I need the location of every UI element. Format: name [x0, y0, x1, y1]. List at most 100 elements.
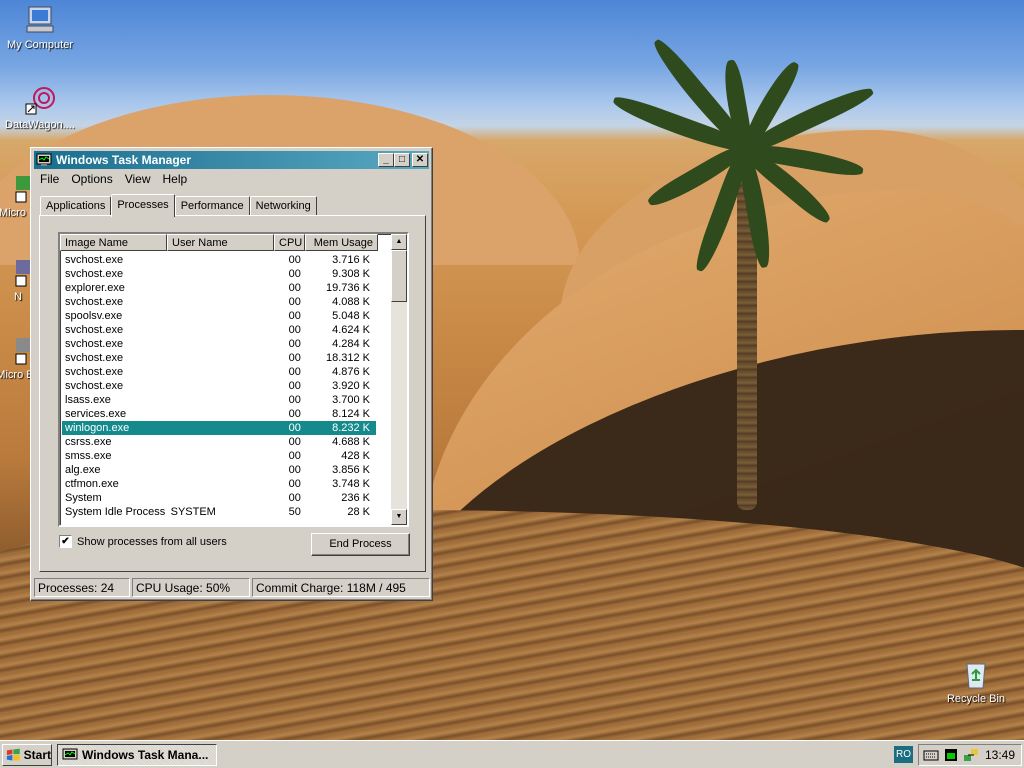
process-name: svchost.exe [65, 296, 124, 308]
process-mem-usage: 8.124 K [332, 408, 370, 420]
process-cpu: 00 [288, 268, 301, 280]
process-name: svchost.exe [65, 324, 124, 336]
process-row[interactable]: csrss.exe 00 4.688 K [62, 435, 376, 449]
process-name: spoolsv.exe [65, 310, 123, 322]
menu-file[interactable]: File [34, 170, 65, 188]
process-mem-usage: 19.736 K [325, 282, 370, 294]
process-row[interactable]: System Idle Process SYSTEM 50 28 K [62, 505, 376, 519]
process-name: svchost.exe [65, 380, 124, 392]
process-row[interactable]: svchost.exe 00 4.284 K [62, 337, 376, 351]
show-all-processes-checkbox[interactable]: ✔ Show processes from all users [59, 535, 227, 548]
column-cpu[interactable]: CPU [274, 234, 305, 251]
process-cpu: 00 [288, 408, 301, 420]
column-user-name[interactable]: User Name [167, 234, 274, 251]
process-mem-usage: 3.920 K [332, 380, 370, 392]
process-name: svchost.exe [65, 366, 124, 378]
process-name: services.exe [65, 408, 127, 420]
process-row[interactable]: smss.exe 00 428 K [62, 449, 376, 463]
process-cpu: 00 [288, 352, 301, 364]
task-manager-icon [36, 153, 52, 166]
taskbar-button-task-manager[interactable]: Windows Task Mana... [57, 744, 217, 766]
desktop-icon-label: My Computer [6, 39, 74, 51]
process-mem-usage: 28 K [347, 506, 370, 518]
start-button[interactable]: Start [2, 744, 52, 766]
process-cpu: 00 [288, 380, 301, 392]
process-mem-usage: 4.688 K [332, 436, 370, 448]
process-row[interactable]: System 00 236 K [62, 491, 376, 505]
process-name: ctfmon.exe [65, 478, 119, 490]
process-row[interactable]: svchost.exe 00 9.308 K [62, 267, 376, 281]
process-row[interactable]: svchost.exe 00 3.920 K [62, 379, 376, 393]
menu-help[interactable]: Help [157, 170, 194, 188]
process-user [168, 365, 274, 379]
process-cpu: 00 [288, 366, 301, 378]
maximize-button[interactable]: □ [394, 153, 410, 167]
process-row[interactable]: svchost.exe 00 4.624 K [62, 323, 376, 337]
recycle-bin-icon [966, 663, 986, 689]
process-name: svchost.exe [65, 254, 124, 266]
process-cpu: 00 [288, 478, 301, 490]
end-process-button[interactable]: End Process [311, 533, 410, 556]
keyboard-icon[interactable] [923, 747, 939, 763]
process-row[interactable]: spoolsv.exe 00 5.048 K [62, 309, 376, 323]
process-name: alg.exe [65, 464, 101, 476]
desktop-icon-datawagon[interactable]: DataWagon.... [0, 84, 80, 131]
task-manager-cpu-icon[interactable] [943, 747, 959, 763]
datawagon-icon [25, 87, 55, 115]
process-cpu: 00 [288, 338, 301, 350]
process-row[interactable]: lsass.exe 00 3.700 K [62, 393, 376, 407]
network-icon[interactable] [963, 747, 979, 763]
tab-performance[interactable]: Performance [174, 196, 250, 216]
system-tray: 13:49 [918, 744, 1022, 766]
windows-logo-icon [6, 748, 20, 761]
tab-networking[interactable]: Networking [249, 196, 317, 216]
process-rows: svchost.exe 00 3.716 K svchost.exe 00 9.308 K… [62, 253, 376, 519]
taskbar-button-label: Windows Task Mana... [82, 748, 209, 762]
title-bar[interactable]: Windows Task Manager _ □ ✕ [34, 151, 429, 169]
process-cpu: 00 [288, 394, 301, 406]
process-row[interactable]: services.exe 00 8.124 K [62, 407, 376, 421]
checkbox-box[interactable]: ✔ [59, 535, 72, 548]
process-list[interactable]: Image Name User Name CPU Mem Usage svcho… [58, 232, 409, 527]
process-mem-usage: 3.716 K [332, 254, 370, 266]
desktop-icon-my-computer[interactable]: My Computer [0, 4, 80, 51]
process-name: svchost.exe [65, 338, 124, 350]
process-user [168, 295, 274, 309]
process-cpu: 50 [288, 506, 301, 518]
vertical-scrollbar[interactable]: ▲ ▼ [391, 234, 407, 525]
process-row[interactable]: svchost.exe 00 4.088 K [62, 295, 376, 309]
process-row[interactable]: svchost.exe 00 18.312 K [62, 351, 376, 365]
menu-options[interactable]: Options [65, 170, 118, 188]
process-row[interactable]: alg.exe 00 3.856 K [62, 463, 376, 477]
process-mem-usage: 3.748 K [332, 478, 370, 490]
status-bar: Processes: 24 CPU Usage: 50% Commit Char… [34, 578, 430, 597]
start-label: Start [23, 748, 51, 762]
column-mem-usage[interactable]: Mem Usage [305, 234, 378, 251]
process-user [168, 323, 274, 337]
process-row[interactable]: explorer.exe 00 19.736 K [62, 281, 376, 295]
close-button[interactable]: ✕ [412, 153, 428, 167]
scroll-thumb[interactable] [391, 250, 407, 302]
window-title: Windows Task Manager [56, 153, 192, 167]
process-mem-usage: 4.284 K [332, 338, 370, 350]
language-indicator[interactable]: RO [894, 746, 913, 763]
process-user [168, 435, 274, 449]
process-row[interactable]: ctfmon.exe 00 3.748 K [62, 477, 376, 491]
tab-processes[interactable]: Processes [111, 194, 175, 217]
process-row[interactable]: svchost.exe 00 3.716 K [62, 253, 376, 267]
desktop-icon-label: Recycle Bin [946, 693, 1006, 705]
tab-applications[interactable]: Applications [40, 196, 112, 216]
scroll-up-button[interactable]: ▲ [391, 234, 407, 250]
scroll-down-button[interactable]: ▼ [391, 509, 407, 525]
column-image-name[interactable]: Image Name [60, 234, 167, 251]
process-row[interactable]: svchost.exe 00 4.876 K [62, 365, 376, 379]
process-mem-usage: 4.876 K [332, 366, 370, 378]
checkbox-label: Show processes from all users [77, 535, 227, 548]
desktop-icon-recycle-bin[interactable]: Recycle Bin [936, 658, 1016, 705]
process-user [168, 351, 274, 365]
menu-view[interactable]: View [119, 170, 157, 188]
process-row[interactable]: winlogon.exe 00 8.232 K [62, 421, 376, 435]
minimize-button[interactable]: _ [378, 153, 394, 167]
clock[interactable]: 13:49 [985, 748, 1015, 762]
process-mem-usage: 4.088 K [332, 296, 370, 308]
